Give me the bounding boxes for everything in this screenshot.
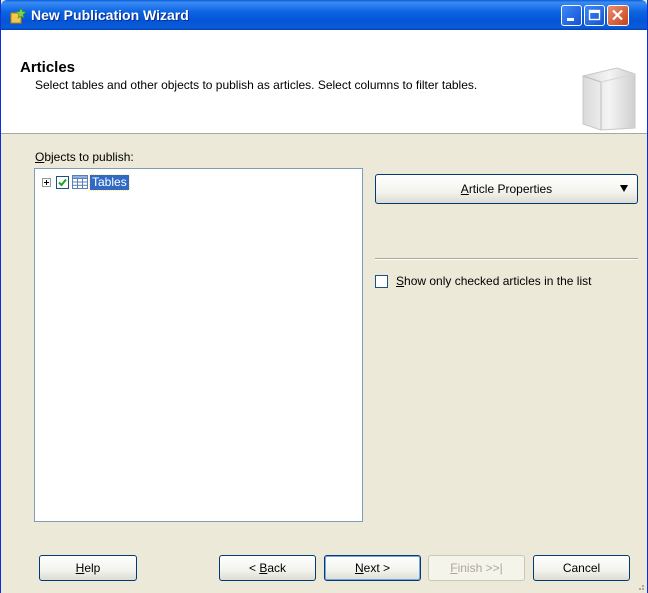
wizard-header: Articles Select tables and other objects… <box>1 30 647 134</box>
expand-icon[interactable] <box>42 177 51 187</box>
title-bar[interactable]: New Publication Wizard <box>1 0 647 30</box>
article-properties-dropdown[interactable]: Article Properties <box>375 174 638 204</box>
minimize-icon <box>567 18 574 21</box>
tables-checkbox[interactable] <box>56 175 69 189</box>
show-checked-option[interactable]: Show only checked articles in the list <box>375 274 591 288</box>
wizard-window: New Publication Wizard Articles Select t… <box>0 0 648 593</box>
table-icon <box>72 175 88 189</box>
minimize-button[interactable] <box>561 5 582 26</box>
objects-tree[interactable]: Tables <box>34 168 363 522</box>
maximize-icon <box>588 9 601 21</box>
tree-node-label[interactable]: Tables <box>89 173 130 191</box>
back-button[interactable]: < Back <box>219 555 316 581</box>
resize-grip-icon[interactable] <box>635 581 645 591</box>
tree-node-tables[interactable]: Tables <box>42 173 130 191</box>
objects-to-publish-label: Objects to publish: <box>35 150 134 164</box>
close-icon <box>612 9 623 21</box>
show-checked-checkbox[interactable] <box>375 274 388 288</box>
next-button[interactable]: Next > <box>324 555 421 581</box>
dropdown-arrow-icon <box>620 185 628 192</box>
window-title: New Publication Wizard <box>31 7 189 23</box>
checkmark-icon <box>58 178 67 186</box>
cancel-button[interactable]: Cancel <box>533 555 630 581</box>
finish-button[interactable]: Finish >>| <box>428 555 525 581</box>
page-title: Articles <box>20 59 76 76</box>
article-properties-label: Article Properties <box>460 182 553 196</box>
page-description: Select tables and other objects to publi… <box>35 78 478 92</box>
show-checked-label[interactable]: Show only checked articles in the list <box>396 274 591 288</box>
wizard-app-icon <box>10 7 27 24</box>
book-icon <box>582 67 636 131</box>
help-button[interactable]: Help <box>39 555 137 581</box>
separator <box>375 258 638 260</box>
close-button[interactable] <box>607 5 629 26</box>
maximize-button[interactable] <box>584 5 605 26</box>
